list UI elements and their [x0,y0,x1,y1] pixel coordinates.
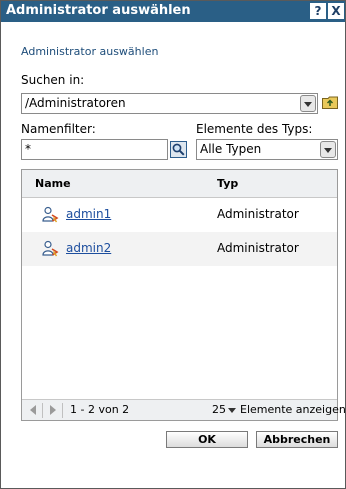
ok-button[interactable]: OK [166,431,248,448]
admin-link[interactable]: admin2 [66,241,111,255]
search-in-label: Suchen in: [21,73,85,87]
chevron-down-icon[interactable] [228,408,236,413]
window-title: Administrator auswählen [6,3,191,18]
divider [62,403,63,418]
type-filter-value: Alle Typen [200,142,262,156]
pagination-bar: 1 - 2 von 2 25 Elemente anzeigen [22,399,346,420]
cancel-button[interactable]: Abbrechen [256,431,338,448]
admin-type: Administrator [217,207,299,221]
next-page-icon[interactable] [50,405,56,415]
dialog-window: Administrator auswählen ? X Administrato… [0,0,346,489]
type-filter-label: Elemente des Typs: [196,122,313,136]
folder-up-icon[interactable] [322,96,338,109]
admin-type: Administrator [217,241,299,255]
type-filter-select[interactable]: Alle Typen [196,139,338,160]
column-header-type[interactable]: Typ [217,177,238,190]
name-filter-input[interactable]: * [21,139,168,160]
administrator-icon [42,240,59,257]
help-button[interactable]: ? [310,3,326,19]
administrator-icon [42,206,59,223]
table-row[interactable]: admin1 Administrator [22,198,337,232]
admin-link[interactable]: admin1 [66,207,111,221]
search-icon [172,143,185,156]
table-header: Name Typ [22,170,337,198]
items-per-page-label: Elemente anzeigen [240,403,346,416]
chevron-down-icon[interactable] [300,95,316,112]
search-in-select[interactable]: /Administratoren [21,93,318,114]
search-button[interactable] [170,141,187,158]
name-filter-label: Namenfilter: [21,122,96,136]
dialog-heading: Administrator auswählen [21,45,159,58]
table-row[interactable]: admin2 Administrator [22,232,337,266]
title-bar: Administrator auswählen ? X [1,1,345,22]
results-table: Name Typ admin1 Administrator admin2 Adm… [21,169,346,421]
items-per-page-select[interactable]: 25 [212,403,226,416]
page-range: 1 - 2 von 2 [70,403,130,416]
previous-page-icon[interactable] [30,405,36,415]
divider [42,403,43,418]
column-header-name[interactable]: Name [35,177,71,190]
chevron-down-icon[interactable] [320,141,336,158]
close-button[interactable]: X [328,3,344,19]
search-in-value: /Administratoren [25,96,126,110]
